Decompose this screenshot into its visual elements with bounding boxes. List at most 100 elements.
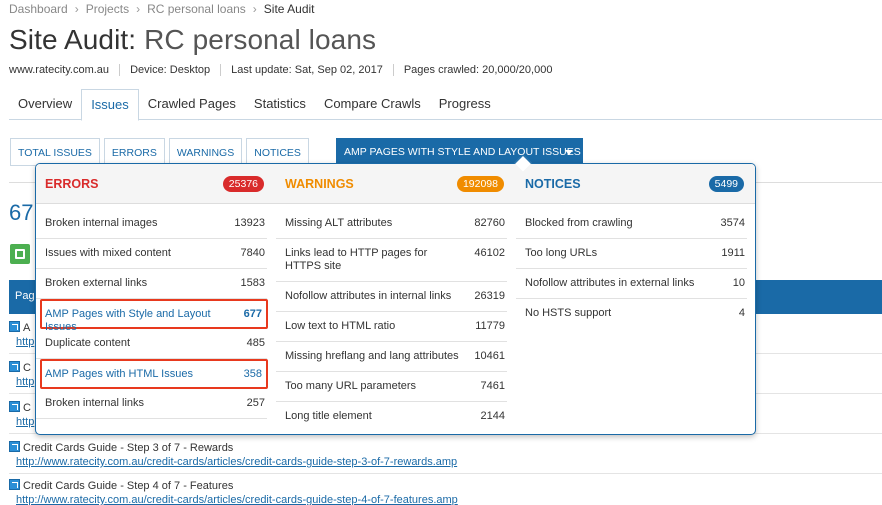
issue-count: 485 [246, 337, 265, 349]
filter-notices[interactable]: NOTICES [246, 138, 309, 166]
chevron-right-icon: › [136, 2, 141, 16]
tab-compare-crawls[interactable]: Compare Crawls [315, 89, 430, 120]
issue-label: Nofollow attributes in internal links [285, 290, 452, 302]
issue-count: 257 [246, 397, 265, 409]
tab-crawled-pages[interactable]: Crawled Pages [139, 89, 245, 120]
issue-label: No HSTS support [525, 307, 612, 319]
notices-count-badge: 5499 [708, 176, 744, 192]
export-icon[interactable] [10, 244, 30, 264]
issue-label: Too many URL parameters [285, 380, 417, 392]
issue-count: 677 [243, 308, 262, 320]
issue-count: 3574 [720, 217, 745, 229]
issue-row[interactable]: Duplicate content 485 [36, 329, 267, 359]
table-row: Credit Cards Guide - Step 3 of 7 - Rewar… [9, 438, 882, 474]
meta-pages-crawled: Pages crawled: 20,000/20,000 [392, 64, 563, 76]
issue-count: 10 [732, 277, 745, 289]
issue-label: Broken internal images [45, 217, 158, 229]
issue-row-amp-style-layout[interactable]: AMP Pages with Style and Layout Issues 67… [40, 299, 268, 333]
row-url[interactable]: http://www.ratecity.com.au/credit-cards/… [16, 456, 882, 468]
issue-label: Long title element [285, 410, 372, 422]
filter-errors[interactable]: ERRORS [103, 138, 165, 166]
breadcrumb-projects[interactable]: Projects [86, 2, 129, 16]
issue-row[interactable]: Blocked from crawling 3574 [516, 209, 747, 239]
tab-statistics[interactable]: Statistics [245, 89, 315, 120]
issue-label: AMP Pages with HTML Issues [45, 368, 193, 380]
issue-type-dropdown-label: AMP PAGES WITH STYLE AND LAYOUT ISSUES [344, 146, 581, 158]
breadcrumb-project[interactable]: RC personal loans [147, 2, 246, 16]
issue-row[interactable]: No HSTS support 4 [516, 299, 747, 329]
main-tabs: Overview Issues Crawled Pages Statistics… [9, 89, 882, 121]
issue-row[interactable]: Nofollow attributes in internal links 263… [276, 282, 507, 312]
issue-count: 26319 [474, 290, 505, 302]
breadcrumb: Dashboard › Projects › RC personal loans… [9, 2, 315, 16]
chevron-right-icon: › [74, 2, 79, 16]
notices-title: NOTICES [525, 177, 581, 191]
issue-count: 11779 [475, 320, 505, 332]
tab-overview[interactable]: Overview [9, 89, 81, 120]
issue-label: Broken internal links [45, 397, 145, 409]
issue-count: 82760 [474, 217, 505, 229]
external-link-icon[interactable] [9, 321, 20, 332]
table-header-page: Pag [15, 290, 35, 302]
external-link-icon[interactable] [9, 441, 20, 452]
issue-filters: TOTAL ISSUES ERRORS WARNINGS NOTICES [10, 138, 309, 166]
issue-count: 1911 [721, 247, 745, 259]
issue-count: 13923 [234, 217, 265, 229]
issue-row[interactable]: Issues with mixed content 7840 [36, 239, 267, 269]
external-link-icon[interactable] [9, 361, 20, 372]
issue-row-amp-html[interactable]: AMP Pages with HTML Issues 358 [40, 359, 268, 389]
warnings-header: WARNINGS 192098 [276, 164, 516, 204]
issue-row[interactable]: Too long URLs 1911 [516, 239, 747, 269]
meta-domain: www.ratecity.com.au [9, 64, 110, 76]
issue-count: 46102 [474, 247, 505, 259]
warnings-title: WARNINGS [285, 177, 354, 191]
issue-label: Missing ALT attributes [285, 217, 393, 229]
warnings-count-badge: 192098 [456, 176, 504, 192]
issue-types-dropdown-panel: ERRORS 25376 Broken internal images 13923… [35, 163, 756, 435]
page-title: Site Audit: RC personal loans [9, 24, 376, 56]
issue-label: Nofollow attributes in external links [525, 277, 695, 289]
issue-row[interactable]: Missing ALT attributes 82760 [276, 209, 507, 239]
breadcrumb-dashboard[interactable]: Dashboard [9, 2, 68, 16]
row-title: A [23, 322, 31, 334]
errors-title: ERRORS [45, 177, 99, 191]
row-title: C [23, 362, 31, 374]
issue-row[interactable]: Broken external links 1583 [36, 269, 267, 299]
issue-count: 4 [738, 307, 745, 319]
issue-row[interactable]: Long title element 2144 [276, 402, 507, 432]
issue-label: Low text to HTML ratio [285, 320, 396, 332]
external-link-icon[interactable] [9, 479, 20, 490]
filter-warnings[interactable]: WARNINGS [168, 138, 243, 166]
issue-label: Links lead to HTTP pages for HTTPS site [285, 247, 428, 272]
issue-row[interactable]: Missing hreflang and lang attributes 1046… [276, 342, 507, 372]
row-title: Credit Cards Guide - Step 4 of 7 - Featu… [23, 480, 234, 492]
project-meta: www.ratecity.com.au Device: Desktop Last… [9, 64, 562, 76]
issue-label: Duplicate content [45, 337, 130, 349]
issue-row[interactable]: Nofollow attributes in external links 10 [516, 269, 747, 299]
row-url[interactable]: http://www.ratecity.com.au/credit-cards/… [16, 494, 882, 505]
issue-count: 10461 [474, 350, 505, 362]
errors-count-badge: 25376 [222, 176, 264, 192]
issue-row[interactable]: Broken internal images 13923 [36, 209, 267, 239]
tab-progress[interactable]: Progress [430, 89, 500, 120]
page-title-tool: Site Audit: [9, 24, 137, 55]
issue-row[interactable]: Low text to HTML ratio 11779 [276, 312, 507, 342]
issue-row[interactable]: Too many URL parameters 7461 [276, 372, 507, 402]
issue-count: 67 [9, 200, 34, 225]
filter-total-issues[interactable]: TOTAL ISSUES [10, 138, 100, 166]
notices-column: NOTICES 5499 Blocked from crawling 3574 T… [516, 164, 755, 319]
tab-issues[interactable]: Issues [81, 89, 139, 121]
issue-count: 1583 [240, 277, 265, 289]
chevron-right-icon: › [252, 2, 257, 16]
table-row: Credit Cards Guide - Step 4 of 7 - Featu… [9, 476, 882, 505]
issue-type-dropdown[interactable]: AMP PAGES WITH STYLE AND LAYOUT ISSUES [336, 138, 583, 166]
external-link-icon[interactable] [9, 401, 20, 412]
issue-count: 358 [243, 368, 262, 380]
issue-row[interactable]: Broken internal links 257 [36, 389, 267, 419]
issue-row[interactable]: Links lead to HTTP pages for HTTPS site 4… [276, 239, 507, 282]
meta-last-update: Last update: Sat, Sep 02, 2017 [220, 64, 393, 76]
meta-device: Device: Desktop [119, 64, 220, 76]
caret-down-icon [565, 150, 573, 155]
issue-count: 2144 [480, 410, 505, 422]
issue-label: Blocked from crawling [525, 217, 633, 229]
